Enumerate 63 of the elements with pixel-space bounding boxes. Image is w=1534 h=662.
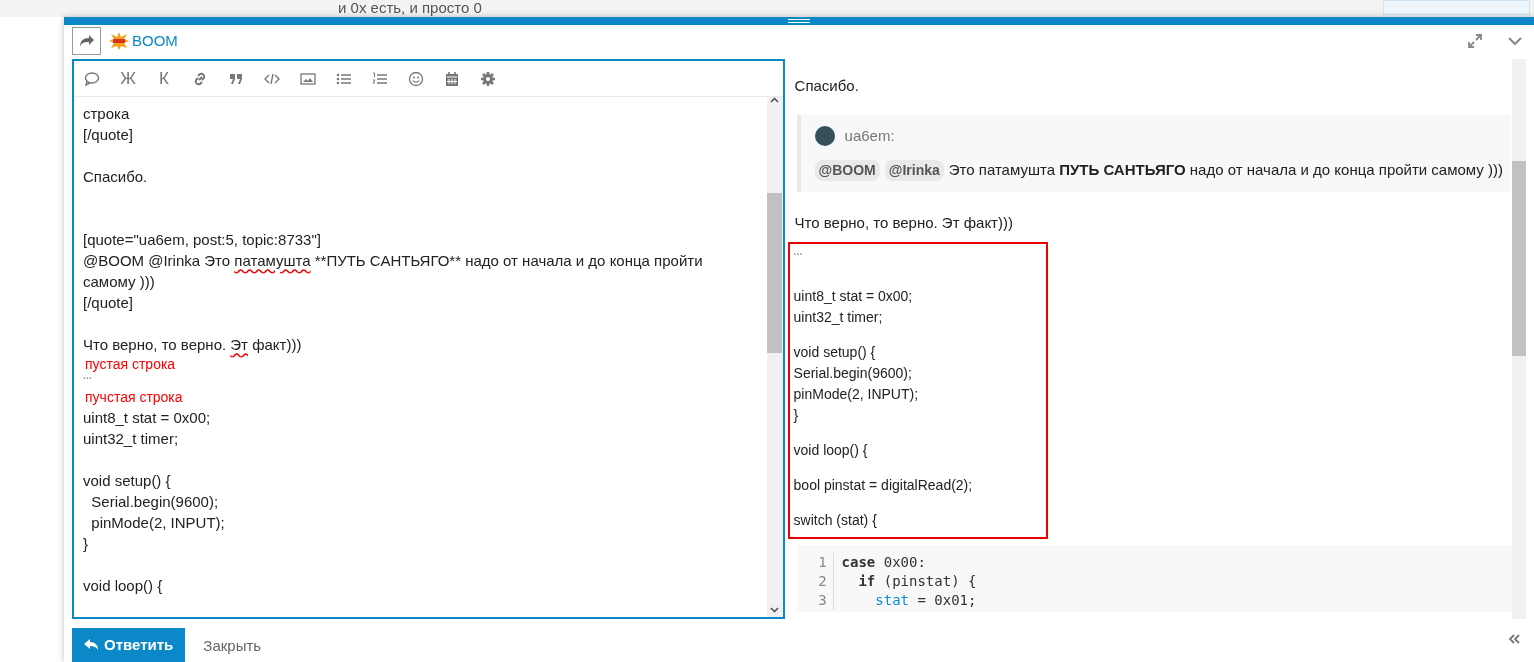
numbered-list-icon[interactable] [372, 70, 388, 87]
editor-line: } [83, 534, 89, 554]
paragraph: uint8_t stat = 0x00; uint32_t timer; [793, 287, 913, 327]
code-line: case 0x00: [841, 553, 926, 572]
scroll-down-icon[interactable] [770, 607, 780, 613]
boom-badge-icon [109, 32, 129, 51]
reply-arrow-icon [84, 639, 98, 651]
reply-to-link[interactable]: BOOM [132, 30, 178, 53]
editor-line: Что верно, то верно. Эт факт))) [83, 335, 303, 355]
preview-scrollbar[interactable] [1512, 59, 1526, 619]
line-number: 1 [818, 553, 827, 572]
paragraph: Спасибо. [794, 76, 859, 96]
scroll-up-icon[interactable] [770, 97, 780, 103]
reply-type-button[interactable] [72, 27, 101, 56]
calendar-icon[interactable] [444, 70, 460, 87]
editor-line: ``` [83, 375, 92, 388]
editor-line: [quote="ua6em, post:5, topic:8733"] [83, 230, 322, 250]
line-number: 3 [818, 591, 827, 610]
grip-icon[interactable] [788, 18, 810, 23]
paragraph: void setup() { Serial.begin(9600); pinMode(2, INPUT); } [793, 343, 919, 425]
share-arrow-icon [78, 34, 95, 49]
avatar [814, 125, 835, 146]
paragraph: switch (stat) { [793, 511, 877, 530]
editor-line: void setup() { [83, 471, 172, 491]
close-link[interactable]: Закрыть [203, 628, 262, 658]
editor-line: pinMode(2, INPUT); [90, 513, 226, 533]
scrollbar-thumb[interactable] [767, 193, 783, 353]
paragraph: ``` [793, 251, 803, 264]
expand-icon[interactable] [1468, 34, 1482, 49]
double-chevron-left-icon[interactable] [1508, 634, 1520, 644]
paragraph: bool pinstat = digitalRead(2); [793, 476, 973, 495]
mention-link[interactable]: @BOOM [814, 159, 880, 181]
editor-line: Спасибо. [83, 167, 149, 187]
code-line: if (pinstat) { [857, 572, 977, 591]
line-number: 2 [818, 572, 827, 591]
annotation-text: пучстая строка [84, 388, 183, 407]
editor-line: Serial.begin(9600); [90, 492, 220, 512]
reply-button[interactable]: Ответить [72, 628, 186, 662]
editor-line: uint8_t stat = 0x00; [83, 408, 212, 428]
topic-text: и 0x есть, и просто 0 [338, 0, 482, 18]
code-line: stat = 0x01; [874, 591, 977, 610]
mention-link[interactable]: @Irinka [884, 159, 944, 181]
settings-icon[interactable] [480, 70, 496, 87]
smiley-icon[interactable] [408, 70, 424, 87]
collapse-chevron-icon[interactable] [1508, 36, 1522, 46]
preview-scrollbar-thumb[interactable] [1512, 161, 1526, 356]
editor-line: @BOOM @Irinka Это патамушта **ПУТЬ САНТЬЯГО** надо от начала и до конца пройти самому ))) [83, 251, 704, 292]
link-icon[interactable] [192, 70, 208, 87]
speech-bubble-icon[interactable] [84, 70, 100, 87]
toolbar-button[interactable]: Ж [118, 65, 138, 92]
editor-line: строка [83, 104, 131, 124]
paragraph: Что верно, то верно. Эт факт))) [794, 212, 1013, 233]
quote-text: Это патамушта ПУТЬ САНТЬЯГО надо от начала и до конца пройти самому ))) [948, 160, 1503, 180]
toolbar-button[interactable]: К [154, 65, 174, 92]
editor-line: uint32_t timer; [83, 429, 180, 449]
quote-author: ua6em: [844, 125, 895, 146]
annotation-text: пустая строка [84, 355, 176, 374]
editor-line: void loop() { [83, 576, 164, 596]
scrollbar[interactable] [766, 97, 783, 617]
editor-line: [/quote] [83, 293, 135, 313]
image-icon[interactable] [300, 70, 316, 87]
paragraph: void loop() { [793, 441, 868, 460]
editor-line: [/quote] [83, 125, 135, 145]
